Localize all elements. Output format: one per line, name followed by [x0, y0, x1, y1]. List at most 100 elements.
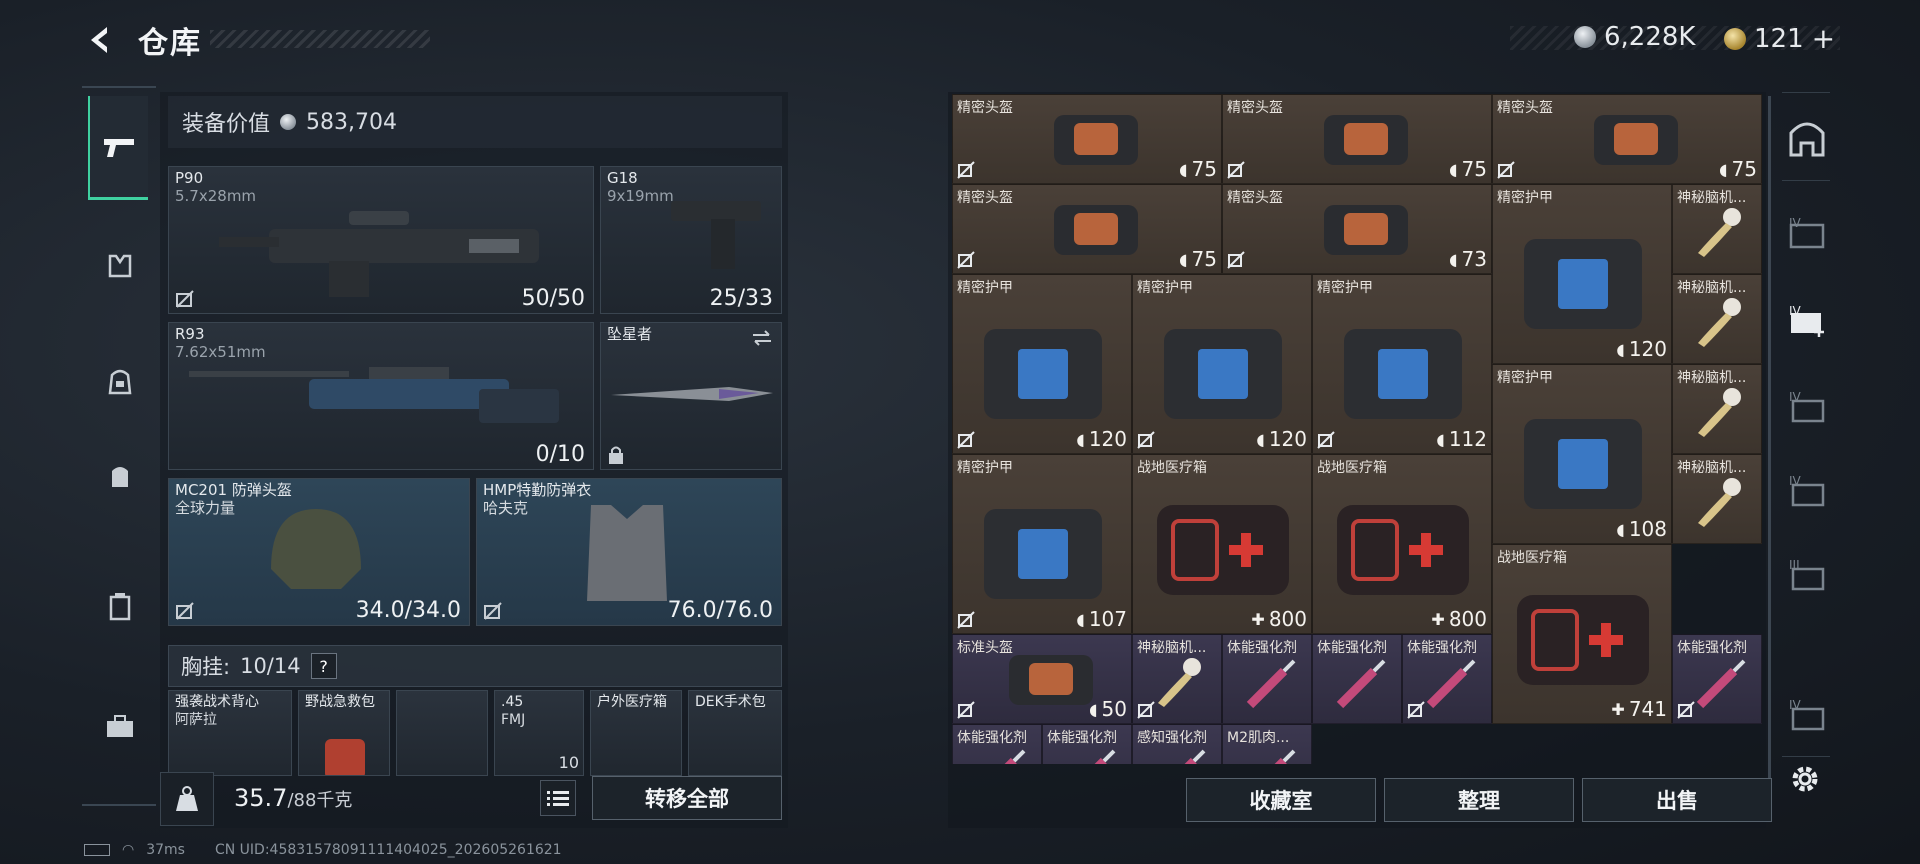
weight-current: 35.7 — [234, 784, 288, 812]
rig-item[interactable]: DEK手术包 — [688, 690, 782, 776]
item-value: 75 — [1461, 157, 1487, 181]
storage-tab-add[interactable]: IV — [1784, 298, 1830, 344]
storage-item-syringe[interactable]: 体能强化剂 — [1222, 634, 1312, 724]
item-value: 108 — [1628, 517, 1667, 541]
storage-item-armor[interactable]: 精密护甲 ◖ 120 — [952, 274, 1132, 454]
sell-button[interactable]: 出售 — [1582, 778, 1772, 822]
item-durability: ✚ 741 — [1611, 697, 1667, 721]
storage-item-armor[interactable]: 精密护甲 ◖ 120 — [1492, 184, 1672, 364]
storage-item-helmet[interactable]: 精密头盔 ◖ 75 — [1492, 94, 1762, 184]
storage-item-helmet[interactable]: 精密头盔 ◖ 75 — [1222, 94, 1492, 184]
storage-item-helmet[interactable]: 精密头盔 ◖ 75 — [952, 184, 1222, 274]
storage-item-helmet[interactable]: 精密头盔 ◖ 73 — [1222, 184, 1492, 274]
heal-cross-icon: ✚ — [1611, 699, 1625, 719]
storage-item-syringe[interactable]: M2肌肉... — [1222, 724, 1312, 764]
storage-item-brain[interactable]: 神秘脑机... — [1672, 364, 1762, 454]
item-name: 精密头盔 — [957, 190, 1013, 206]
list-view-button[interactable] — [540, 780, 576, 816]
shield-icon: ◖ — [1076, 429, 1085, 449]
storage-tab-5[interactable]: IV — [1784, 692, 1830, 738]
rig-item[interactable]: 野战急救包 — [298, 690, 390, 776]
category-backpack[interactable] — [90, 446, 150, 506]
storage-item-brain[interactable]: 神秘脑机... — [1672, 454, 1762, 544]
storage-tab-2[interactable]: IV — [1784, 384, 1830, 430]
shield-icon: ◖ — [1616, 339, 1625, 359]
medkit-icon — [325, 739, 365, 775]
storage-item-syringe[interactable]: 体能强化剂 — [1402, 634, 1492, 724]
storage-tab-main[interactable] — [1784, 116, 1830, 162]
storage-item-helmet[interactable]: 精密头盔 ◖ 75 — [952, 94, 1222, 184]
collection-room-button[interactable]: 收藏室 — [1186, 778, 1376, 822]
category-container[interactable] — [90, 576, 150, 636]
melee-weapon-slot[interactable]: 坠星者 — [600, 322, 782, 470]
lock-icon — [609, 446, 623, 464]
rig-item-name: 强袭战术背心 — [175, 694, 259, 710]
primary-weapon-slot[interactable]: P90 5.7x28mm 50/50 — [168, 166, 594, 314]
helmet-item-image — [1324, 205, 1408, 255]
storage-item-armor[interactable]: 精密护甲 ◖ 108 — [1492, 364, 1672, 544]
equipment-value: 583,704 — [306, 109, 397, 135]
wifi-icon: ◠ — [122, 842, 135, 858]
storage-item-brain[interactable]: 神秘脑机... — [1672, 274, 1762, 364]
item-name: 精密头盔 — [1497, 100, 1553, 116]
category-armor[interactable] — [90, 236, 150, 296]
sort-button[interactable]: 整理 — [1384, 778, 1574, 822]
storage-tab-4[interactable]: III — [1784, 552, 1830, 598]
syringe-item-image — [1246, 659, 1296, 709]
p90-rifle-image — [219, 211, 539, 297]
storage-item-medkit[interactable]: 战地医疗箱 ✚ 741 — [1492, 544, 1672, 724]
item-name: 体能强化剂 — [1047, 730, 1117, 746]
medkit-item-image — [1157, 505, 1289, 595]
storage-item-brain[interactable]: 神秘脑机... — [1672, 184, 1762, 274]
storage-item-syringe[interactable]: 体能强化剂 — [1042, 724, 1132, 764]
rig-item-empty[interactable] — [396, 690, 488, 776]
rig-item-name: .45 — [501, 694, 524, 710]
brain-item-image — [1698, 208, 1741, 257]
storage-item-syringe[interactable]: 感知强化剂 — [1132, 724, 1222, 764]
rig-capacity: 10/14 — [240, 654, 301, 678]
storage-item-syringe[interactable]: 体能强化剂 — [952, 724, 1042, 764]
sniper-weapon-slot[interactable]: R93 7.62x51mm 0/10 — [168, 322, 594, 470]
sidebar-divider-bottom — [82, 804, 156, 806]
storage-item-medkit[interactable]: 战地医疗箱 ✚ 800 — [1312, 454, 1492, 634]
storage-item-armor[interactable]: 精密护甲 ◖ 107 — [952, 454, 1132, 634]
storage-item-syringe[interactable]: 体能强化剂 — [1672, 634, 1762, 724]
item-name: 战地医疗箱 — [1497, 550, 1567, 566]
helmet-slot[interactable]: MC201 防弹头盔 全球力量 34.0/34.0 — [168, 478, 470, 626]
silver-coin-icon — [1574, 26, 1596, 48]
armor-item-image — [1344, 329, 1462, 419]
item-value: 800 — [1268, 607, 1307, 631]
rig-item[interactable]: .45 FMJ 10 — [494, 690, 584, 776]
carry-weight: 35.7/88千克 — [234, 784, 352, 812]
transfer-all-button[interactable]: 转移全部 — [592, 776, 782, 820]
storage-tab-3[interactable]: IV — [1784, 468, 1830, 514]
storage-scrollbar[interactable] — [1768, 96, 1771, 796]
rig-item[interactable]: 户外医疗箱 — [590, 690, 682, 776]
storage-item-armor[interactable]: 精密护甲 ◖ 120 — [1132, 274, 1312, 454]
storage-item-syringe[interactable]: 体能强化剂 — [1312, 634, 1402, 724]
equipment-value-bar: 装备价值 583,704 — [168, 96, 782, 148]
storage-item-stdhelmet[interactable]: 标准头盔 ◖ 50 — [952, 634, 1132, 724]
add-currency-button[interactable]: + — [1812, 22, 1835, 55]
storage-item-armor[interactable]: 精密护甲 ◖ 112 — [1312, 274, 1492, 454]
weapon-name: R93 — [175, 325, 205, 343]
svg-text:IV: IV — [1789, 698, 1802, 712]
item-name: 体能强化剂 — [1227, 640, 1297, 656]
storage-item-brain[interactable]: 神秘脑机... — [1132, 634, 1222, 724]
item-name: 体能强化剂 — [1317, 640, 1387, 656]
category-toolbox[interactable] — [90, 696, 150, 756]
rig-item[interactable]: 强袭战术背心 阿萨拉 — [168, 690, 292, 776]
secondary-weapon-slot[interactable]: G18 9x19mm 25/33 — [600, 166, 782, 314]
no-insurance-icon — [957, 161, 975, 179]
helmet-item-image — [1594, 115, 1678, 165]
storage-tab-1[interactable]: IV — [1784, 210, 1830, 256]
rig-help-button[interactable]: ? — [310, 653, 337, 679]
swap-icon[interactable] — [751, 329, 773, 347]
settings-button[interactable] — [1784, 758, 1826, 800]
armor-slot[interactable]: HMP特勤防弹衣 哈夫克 76.0/76.0 — [476, 478, 782, 626]
category-weapons[interactable] — [88, 96, 148, 200]
category-helmet[interactable] — [90, 352, 150, 412]
storage-item-medkit[interactable]: 战地医疗箱 ✚ 800 — [1132, 454, 1312, 634]
knife-image — [611, 387, 773, 401]
back-button[interactable] — [80, 20, 120, 60]
